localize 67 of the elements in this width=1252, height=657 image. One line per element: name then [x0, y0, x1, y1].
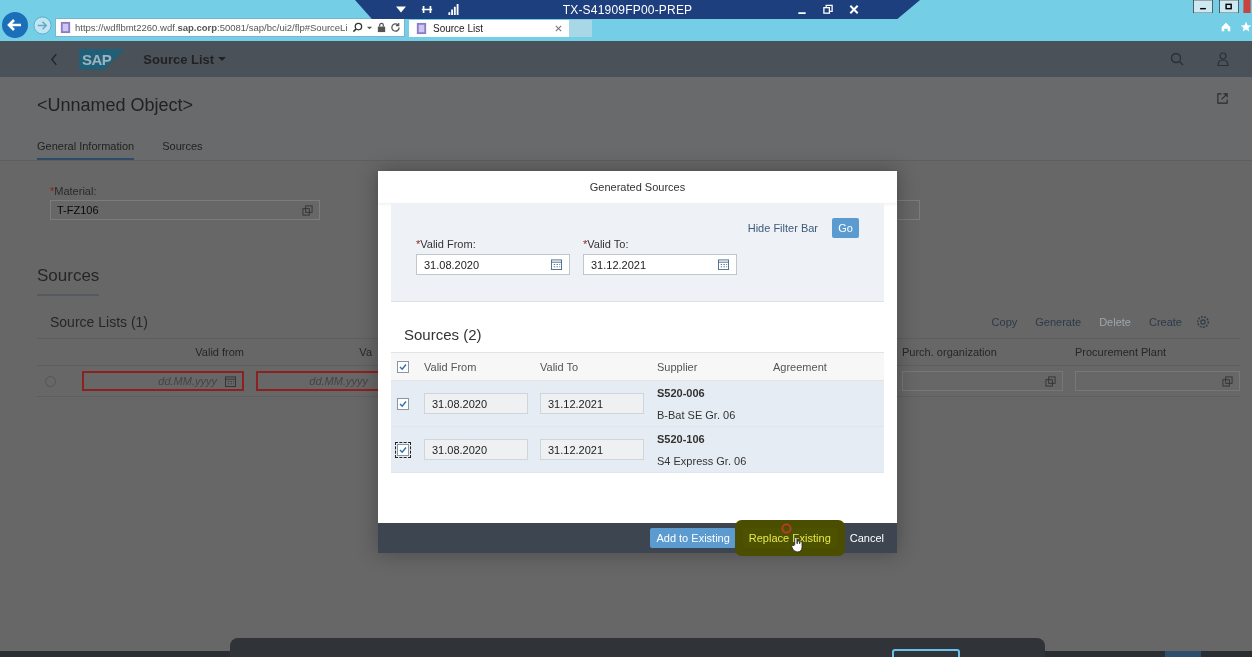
column-header: Procurement Plant [1075, 346, 1168, 358]
value-help-icon[interactable] [1222, 375, 1233, 387]
date-field[interactable]: 31.12.2021 [540, 393, 644, 414]
column-header: Valid from [194, 346, 244, 358]
column-header: Supplier [657, 360, 699, 373]
select-all-checkbox[interactable] [397, 360, 409, 373]
table-title: Source Lists (1) [50, 314, 149, 330]
dropdown-icon[interactable] [395, 4, 407, 15]
hide-filter-bar-link[interactable]: Hide Filter Bar [747, 222, 818, 234]
table-row[interactable]: 31.08.2020 31.12.2021 S520-006 B-Bat SE Gr. 06 [391, 381, 884, 427]
dialog-button[interactable]: Cancel [843, 528, 890, 548]
page-icon [59, 21, 72, 34]
column-header: Purch. organization [902, 346, 998, 358]
supplier-id: S520-106 [657, 432, 706, 445]
page-icon [415, 22, 428, 35]
sap-logo[interactable]: SAP [79, 48, 126, 70]
field-label: Valid From: [420, 238, 476, 250]
back-icon[interactable] [1, 11, 29, 39]
input-field[interactable] [902, 371, 1063, 391]
value-help-icon[interactable] [1045, 375, 1056, 387]
minimize-icon[interactable] [1190, 0, 1216, 13]
click-marker-icon [781, 523, 792, 534]
caret-icon [218, 56, 227, 62]
row-checkbox[interactable] [397, 397, 409, 410]
field-label: Material: [54, 185, 97, 197]
url-text: https://wdflbmt2260.wdf.sap.corp:50081/sap/bc/ui2/flp#SourceLi [75, 22, 349, 33]
column-header: Agreement [773, 360, 828, 373]
calendar-icon[interactable] [225, 375, 236, 387]
pin-icon[interactable] [421, 4, 433, 15]
column-header: Valid To [540, 360, 580, 373]
table-row[interactable]: 31.08.2020 31.12.2021 S520-106 S4 Express Gr. 06 [391, 427, 884, 473]
material-field[interactable]: T-FZ106 [50, 200, 320, 220]
dialog-title: Generated Sources [378, 171, 897, 203]
supplier-name: S4 Express Gr. 06 [657, 454, 748, 467]
value-help-icon[interactable] [302, 204, 313, 216]
refresh-icon[interactable] [390, 22, 401, 33]
calendar-icon[interactable] [551, 259, 562, 270]
search-icon[interactable] [352, 22, 363, 33]
address-bar[interactable]: https://wdflbmt2260.wdf.sap.corp:50081/sap/bc/ui2/flp#SourceLi [55, 18, 405, 37]
calendar-icon[interactable] [718, 259, 729, 270]
table-title: Sources (2) [403, 325, 483, 345]
input-field[interactable] [1075, 371, 1240, 391]
required-mark: * [50, 185, 55, 197]
object-title: <Unnamed Object> [37, 95, 194, 116]
supplier-name: B-Bat SE Gr. 06 [657, 408, 737, 421]
date-field[interactable]: 31.08.2020 [416, 254, 570, 275]
column-header: Va [358, 346, 373, 358]
field-label: Valid To: [587, 238, 629, 250]
session-title: TX-S41909FP00-PREP [561, 2, 694, 17]
share-icon[interactable] [1216, 92, 1229, 105]
date-field[interactable]: 31.08.2020 [424, 393, 528, 414]
required-mark: * [416, 238, 421, 250]
settings-icon[interactable] [1196, 315, 1210, 329]
section-title: Sources [37, 266, 100, 296]
date-field[interactable]: 31.12.2021 [540, 439, 644, 460]
column-header: Valid From [424, 360, 478, 373]
tab-title: Source List [433, 23, 485, 34]
date-field[interactable]: 31.12.2021 [583, 254, 737, 275]
restore-icon[interactable] [822, 4, 834, 15]
date-field[interactable]: 31.08.2020 [424, 439, 528, 460]
star-icon[interactable] [1240, 21, 1252, 33]
restore-icon[interactable] [1216, 0, 1242, 13]
supplier-id: S520-006 [657, 386, 706, 399]
required-mark: * [583, 238, 588, 250]
lock-icon [376, 22, 387, 33]
browser-tab[interactable]: Source List [409, 20, 569, 37]
signal-icon [447, 4, 459, 15]
